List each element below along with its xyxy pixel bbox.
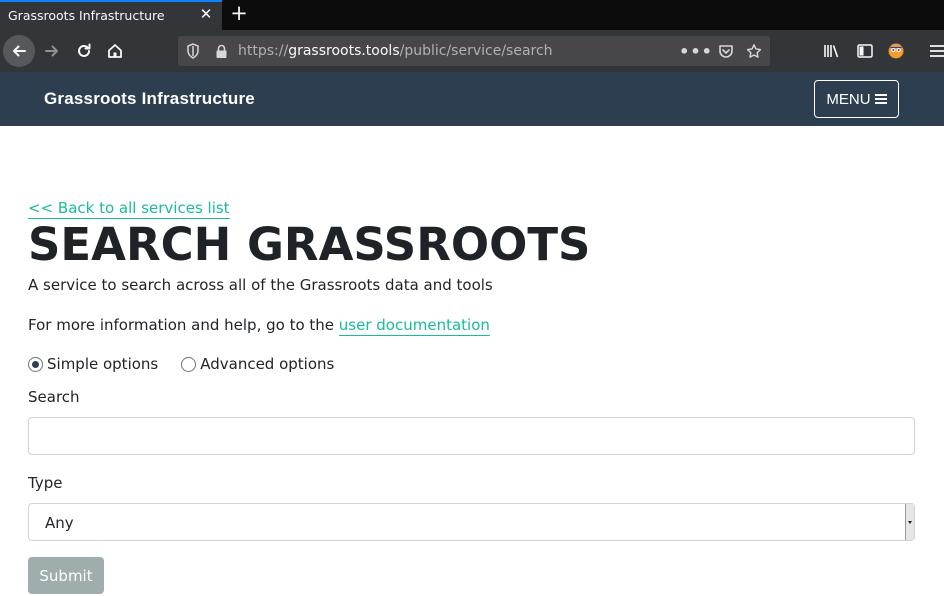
page-subtitle: A service to search across all of the Gr…: [28, 276, 493, 294]
menu-button[interactable]: MENU: [814, 80, 899, 118]
pocket-icon[interactable]: [718, 43, 734, 59]
lock-icon[interactable]: [213, 43, 229, 59]
site-brand[interactable]: Grassroots Infrastructure: [44, 89, 255, 109]
browser-toolbar: https://grassroots.tools/public/service/…: [0, 30, 944, 72]
type-select[interactable]: Any: [28, 503, 915, 541]
url-domain: grassroots.tools: [288, 43, 400, 59]
search-label: Search: [28, 388, 80, 406]
back-button[interactable]: [3, 35, 35, 67]
reload-button[interactable]: [70, 37, 98, 65]
browser-tab-strip: Grassroots Infrastructure ✕ +: [0, 0, 944, 30]
shield-icon[interactable]: [185, 43, 201, 59]
radio-unchecked-icon[interactable]: [181, 356, 197, 372]
back-to-services-link[interactable]: << Back to all services list: [28, 199, 230, 219]
tab-title: Grassroots Infrastructure: [8, 8, 165, 23]
new-tab-button[interactable]: +: [228, 3, 250, 25]
submit-button[interactable]: Submit: [28, 557, 104, 594]
bookmark-star-icon[interactable]: [746, 43, 762, 59]
address-bar[interactable]: https://grassroots.tools/public/service/…: [178, 36, 770, 66]
search-input[interactable]: [28, 417, 915, 455]
forward-button[interactable]: [38, 37, 66, 65]
sidebar-icon[interactable]: [855, 41, 875, 61]
hamburger-menu-icon[interactable]: [927, 41, 944, 61]
page-title: SEARCH GRASSROOTS: [28, 218, 591, 271]
url-protocol: https://: [238, 43, 289, 59]
help-prefix: For more information and help, go to the: [28, 316, 339, 334]
browser-tab[interactable]: Grassroots Infrastructure ✕: [0, 0, 222, 30]
advanced-options-radio[interactable]: Advanced options: [181, 355, 334, 373]
arrow-left-icon: [13, 45, 26, 57]
url-text[interactable]: https://grassroots.tools/public/service/…: [238, 43, 553, 59]
radio-checked-icon[interactable]: [28, 356, 43, 372]
url-path: /public/service/search: [399, 43, 553, 59]
simple-options-radio[interactable]: Simple options: [28, 355, 158, 373]
advanced-options-label: Advanced options: [200, 355, 335, 373]
dropdown-arrow-icon[interactable]: [905, 504, 914, 540]
menu-button-label: MENU: [826, 90, 871, 108]
home-button[interactable]: [101, 37, 129, 65]
library-icon[interactable]: [822, 41, 842, 61]
user-documentation-link[interactable]: user documentation: [338, 316, 490, 336]
reload-icon: [78, 43, 91, 57]
close-tab-icon[interactable]: ✕: [198, 5, 214, 23]
options-radio-group: Simple options Advanced options: [28, 355, 334, 373]
site-header: Grassroots Infrastructure MENU: [0, 72, 944, 126]
more-actions-icon[interactable]: •••: [679, 42, 712, 61]
help-text: For more information and help, go to the…: [28, 316, 490, 336]
type-select-value: Any: [45, 514, 74, 532]
type-label: Type: [28, 474, 63, 492]
extension-icon[interactable]: [886, 41, 906, 61]
home-icon: [108, 44, 122, 58]
simple-options-label: Simple options: [47, 355, 159, 373]
arrow-right-icon: [45, 45, 58, 57]
bars-icon: [874, 94, 887, 104]
